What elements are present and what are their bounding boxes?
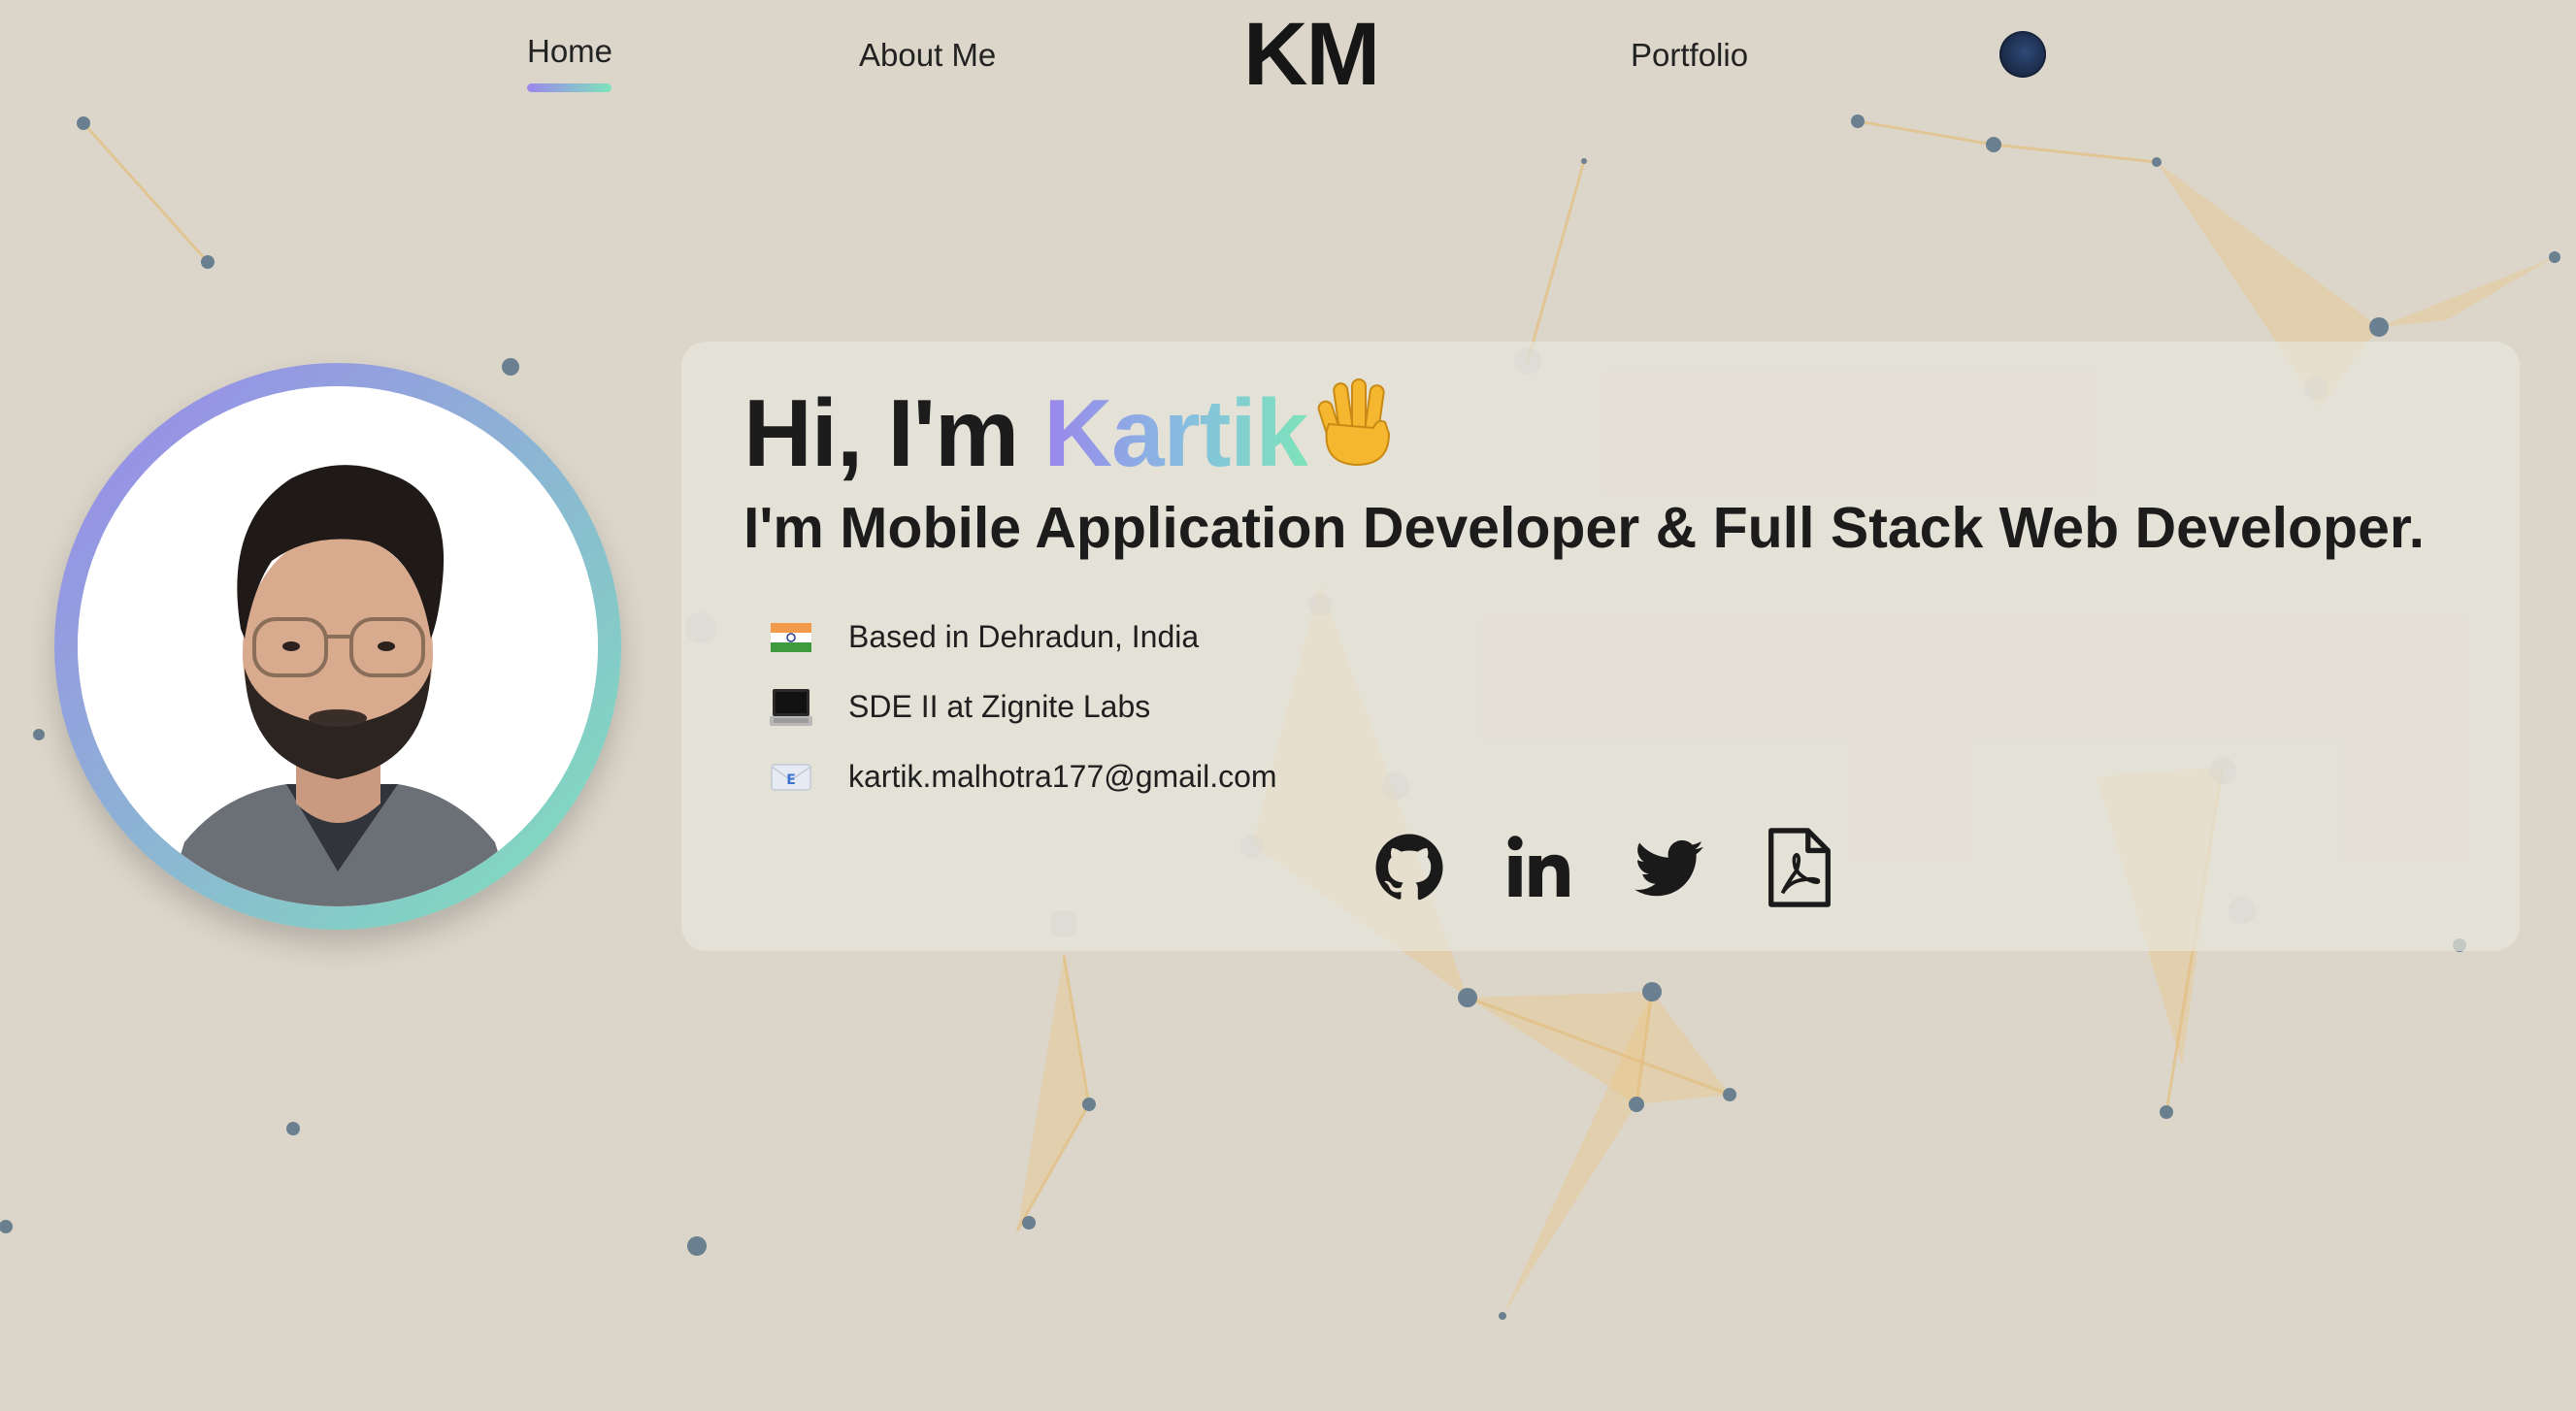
network-node	[201, 255, 215, 269]
network-node	[2160, 1105, 2173, 1119]
info-text-job: SDE II at Zignite Labs	[848, 688, 1151, 724]
info-item-location: Based in Dehradun, India	[769, 602, 1277, 672]
nav-active-underline	[527, 83, 611, 92]
github-icon	[1375, 834, 1443, 901]
network-node	[1022, 1216, 1036, 1230]
network-edge	[1993, 143, 2158, 164]
theme-toggle-button[interactable]	[1999, 31, 2046, 78]
greeting-heading: Hi, I'm Kartik	[743, 376, 1399, 499]
network-edge	[1526, 160, 1586, 362]
resume-pdf-icon	[1768, 828, 1831, 907]
network-node	[1629, 1097, 1644, 1112]
nav-about-link[interactable]: About Me	[859, 37, 996, 74]
network-edge	[1857, 119, 1995, 147]
network-node	[1082, 1098, 1096, 1111]
profile-photo	[78, 386, 598, 906]
greeting-name: Kartik	[1043, 379, 1308, 486]
linkedin-link[interactable]	[1504, 831, 1574, 904]
github-link[interactable]	[1374, 831, 1444, 904]
intro-card: Hi, I'm Kartik I'm Mobile Application De…	[681, 342, 2520, 951]
info-item-email[interactable]: E kartik.malhotra177@gmail.com	[769, 741, 1277, 811]
network-polygon	[1017, 955, 1089, 1231]
twitter-link[interactable]	[1635, 831, 1704, 904]
network-node	[0, 1220, 13, 1233]
info-text-location: Based in Dehradun, India	[848, 618, 1200, 654]
top-navigation: Home About Me KM Portfolio	[0, 0, 2576, 107]
nav-home-label: Home	[527, 33, 613, 69]
info-text-email[interactable]: kartik.malhotra177@gmail.com	[848, 759, 1277, 795]
network-node	[502, 358, 519, 376]
network-node	[1851, 115, 1865, 128]
svg-text:E: E	[786, 772, 796, 788]
network-polygon	[1468, 992, 1730, 1104]
network-node	[33, 729, 45, 740]
envelope-icon: E	[769, 757, 813, 796]
resume-link[interactable]	[1765, 828, 1834, 907]
waving-hand-icon	[1313, 376, 1399, 491]
network-node	[77, 116, 90, 130]
headline: I'm Mobile Application Developer & Full …	[743, 496, 2425, 560]
network-node	[1642, 982, 1662, 1001]
network-node	[2549, 251, 2560, 263]
network-node	[687, 1236, 707, 1256]
network-node	[1458, 988, 1477, 1007]
nav-portfolio-link[interactable]: Portfolio	[1631, 37, 1748, 74]
network-node	[1986, 137, 2001, 152]
twitter-icon	[1635, 839, 1703, 897]
network-polygon	[2379, 257, 2555, 327]
info-item-job: SDE II at Zignite Labs	[769, 672, 1277, 741]
network-node	[286, 1122, 300, 1135]
network-edge	[82, 121, 210, 264]
page: Home About Me KM Portfolio Hi, I'm Karti…	[0, 0, 2576, 1411]
greeting-prefix: Hi, I'm	[743, 379, 1044, 486]
network-node	[1581, 158, 1587, 164]
network-node	[1499, 1312, 1506, 1320]
social-links	[1374, 828, 1834, 907]
info-list: Based in Dehradun, India SDE II at Zigni…	[769, 602, 1277, 811]
network-node	[2369, 317, 2389, 337]
network-node	[2152, 157, 2162, 167]
person-portrait-icon	[78, 386, 598, 906]
profile-avatar	[54, 363, 621, 930]
nav-home-link[interactable]: Home	[527, 33, 613, 92]
laptop-icon	[769, 687, 813, 726]
network-node	[1723, 1088, 1736, 1101]
india-flag-icon	[769, 617, 813, 656]
linkedin-icon	[1507, 836, 1569, 897]
site-logo[interactable]: KM	[1243, 6, 1380, 103]
